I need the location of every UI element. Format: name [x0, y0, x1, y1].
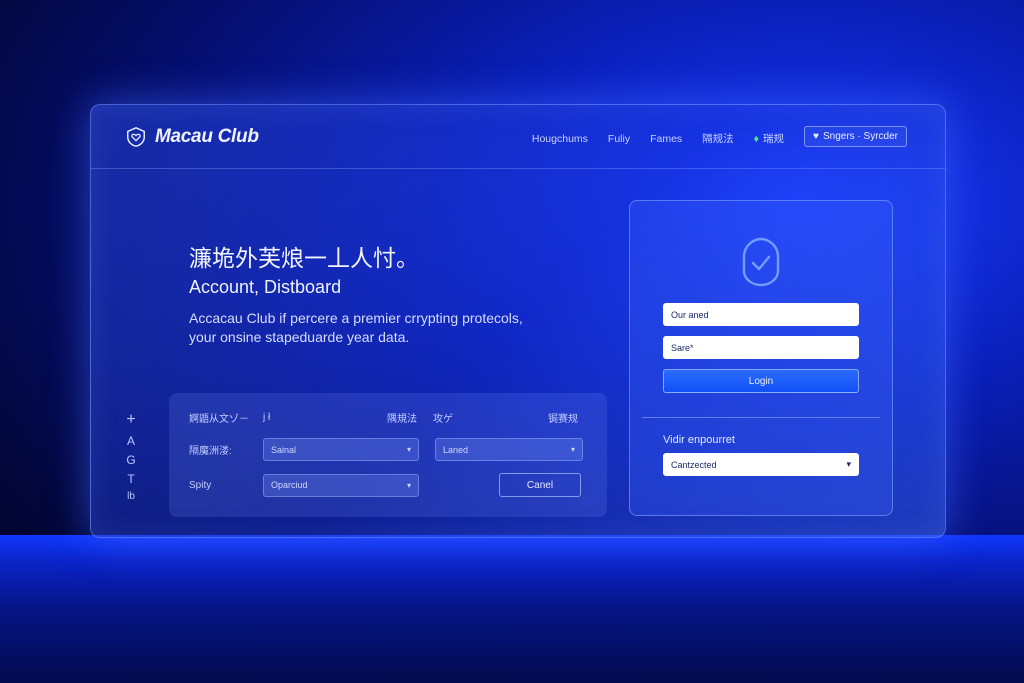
chevron-down-icon: ▾	[846, 459, 851, 469]
a-icon[interactable]: A	[127, 434, 135, 448]
hero-description: Accacau Club if percere a premier crrypt…	[189, 310, 523, 345]
row2-dropdown-1-value: Sainal	[271, 444, 297, 455]
environment-select[interactable]: Cantzected ▾	[663, 453, 859, 476]
reflective-floor	[0, 535, 1024, 683]
top-navigation-bar: Macau Club Hougchums Fuliy Fames 隔规法 ♦ 瑞规…	[91, 105, 945, 169]
brand-name: Macau Club	[155, 126, 259, 147]
username-value: Our aned	[671, 309, 709, 320]
chevron-down-icon: ▾	[570, 445, 575, 454]
chevron-down-icon: ▾	[406, 480, 411, 490]
row2-dropdown-1[interactable]: Sainal ▾	[263, 438, 419, 461]
leaf-icon: ♦	[753, 133, 760, 145]
nav-item-1[interactable]: Hougchums	[532, 133, 588, 145]
chevron-down-icon: ▾	[406, 445, 411, 454]
filter-row-3: Spity Oparciud ▾ Canel	[189, 473, 587, 497]
row3-dropdown-1-value: Oparciud	[271, 480, 308, 490]
lb-icon[interactable]: lb	[127, 491, 135, 502]
environment-select-value: Cantzected	[671, 459, 717, 470]
username-field[interactable]: Our aned	[663, 303, 859, 326]
row1-col2: j ł	[263, 412, 271, 423]
row3-label: Spity	[189, 479, 212, 491]
row1-col4: 攻ゲ	[433, 414, 453, 425]
row1-label: 婀鼯从文ゾ－	[189, 414, 249, 425]
nav-item-2[interactable]: Fuliy	[608, 133, 630, 145]
hero-title-cjk-text: 濂垝外芙烺一丄人忖。	[189, 245, 419, 271]
row1-col5: 锔赛规	[548, 414, 578, 425]
login-button[interactable]: Login	[663, 369, 859, 393]
row2-label: 隔魔洲溇:	[189, 446, 232, 457]
side-toolbar: + A G T lb	[125, 411, 137, 502]
section-label: Vidir enpourret	[663, 434, 735, 446]
nav-item-5[interactable]: ♦ 瑞规	[754, 131, 784, 146]
heart-shield-icon	[127, 127, 145, 147]
row3-dropdown-1[interactable]: Oparciud ▾	[263, 473, 419, 497]
nav-item-5-label: 瑞规	[763, 133, 785, 145]
nav-item-4[interactable]: 隔规法	[702, 131, 734, 146]
hero-title-cjk: 濂垝外芙烺一丄人忖。	[189, 239, 419, 273]
password-value: Sare*	[671, 342, 694, 353]
t-icon[interactable]: T	[127, 472, 134, 486]
login-card: Our aned Sare* Login Vidir enpourret Can…	[629, 200, 893, 516]
row2-dropdown-2-value: Laned	[443, 444, 469, 455]
row1-col3: 隅規法	[387, 414, 417, 425]
filter-form-card: 婀鼯从文ゾ－ j ł 隅規法 攻ゲ 锔赛规 隔魔洲溇: Sainal ▾ Lan…	[169, 393, 607, 517]
nav-item-3[interactable]: Fames	[650, 133, 682, 145]
cancel-button[interactable]: Canel	[499, 473, 581, 497]
filter-row-1: 婀鼯从文ゾ－ j ł 隅規法 攻ゲ 锔赛规	[189, 410, 587, 425]
heart-icon: ♥	[813, 131, 819, 142]
plus-icon[interactable]: +	[126, 411, 135, 429]
g-icon[interactable]: G	[126, 453, 135, 467]
brand-logo[interactable]: Macau Club	[125, 126, 259, 148]
row2-dropdown-2[interactable]: Laned ▾	[435, 438, 583, 461]
signup-button[interactable]: ♥ Sngers · Syrcder	[804, 126, 907, 147]
app-window: Macau Club Hougchums Fuliy Fames 隔规法 ♦ 瑞规…	[90, 104, 946, 538]
password-field[interactable]: Sare*	[663, 336, 859, 359]
shield-check-icon	[742, 237, 780, 287]
signup-button-label: Sngers · Syrcder	[822, 131, 898, 142]
filter-row-2: 隔魔洲溇: Sainal ▾ Laned ▾	[189, 438, 587, 461]
main-nav: Hougchums Fuliy Fames 隔规法 ♦ 瑞规 ♥ Sngers ·…	[532, 126, 907, 147]
divider	[642, 417, 880, 418]
hero-subtitle: Account, Distboard	[189, 277, 342, 297]
